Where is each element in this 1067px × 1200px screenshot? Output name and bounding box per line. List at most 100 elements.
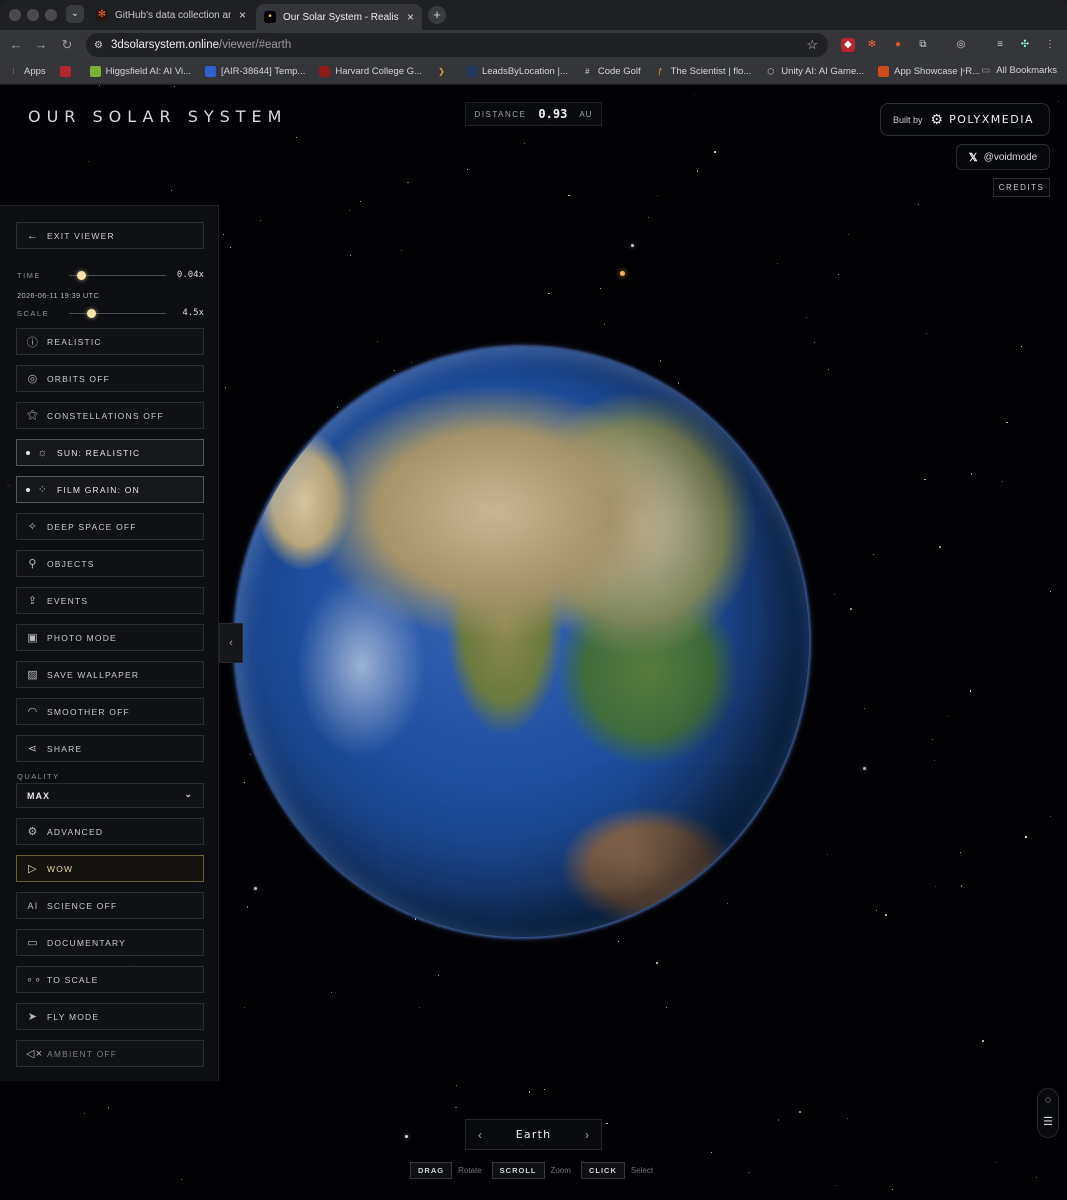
bookmark-item[interactable]: ⁞ Apps xyxy=(8,66,45,77)
to-scale-button[interactable]: ∘∘ TO SCALE xyxy=(16,966,204,993)
extension-crab-icon[interactable]: ● xyxy=(891,38,905,52)
time-slider[interactable]: TIME 0.04x xyxy=(17,268,204,282)
window-close-button[interactable] xyxy=(9,9,21,21)
star-dot xyxy=(656,962,658,964)
photo-mode-button[interactable]: ▣ PHOTO MODE xyxy=(16,624,204,651)
x-social-link[interactable]: 𝕏 @voidmode xyxy=(956,144,1050,170)
bookmark-item[interactable] xyxy=(59,66,76,77)
bookmark-item[interactable]: Higgsfield AI: AI Vi... xyxy=(89,66,191,77)
bookmark-item[interactable]: ⬡ Unity AI: AI Game... xyxy=(765,66,864,77)
advanced-button[interactable]: ⚙ ADVANCED xyxy=(16,818,204,845)
bookmark-item[interactable]: ❯ xyxy=(436,66,452,77)
site-settings-icon[interactable]: ⚙ xyxy=(94,40,103,51)
scale-slider-track[interactable] xyxy=(69,308,166,318)
screenshot-icon[interactable]: ◎ xyxy=(954,38,968,52)
address-bar[interactable]: ⚙ 3dsolarsystem.online/viewer/#earth ☆ xyxy=(86,33,828,57)
time-slider-knob[interactable] xyxy=(77,270,86,280)
planet-earth[interactable] xyxy=(235,347,809,937)
window-zoom-button[interactable] xyxy=(45,9,57,21)
sidebar-collapse-button[interactable]: ‹ xyxy=(219,623,243,663)
constellations-toggle-button[interactable]: ⚝ CONSTELLATIONS OFF xyxy=(16,402,204,429)
browser-tab-bar: ⌄ ✻ GitHub's data collection and × • Our… xyxy=(0,0,1067,30)
bookmark-label: [AIR-38644] Temp... xyxy=(221,66,306,77)
built-by-badge[interactable]: Built by ⚙ POLYXMEDIA xyxy=(880,103,1050,136)
star-dot xyxy=(377,340,378,342)
credits-button[interactable]: CREDITS xyxy=(993,178,1050,197)
image-icon: ▨ xyxy=(27,669,39,681)
star-dot xyxy=(1006,421,1008,424)
list-menu-icon[interactable]: ☰ xyxy=(1038,1111,1058,1133)
orbits-toggle-button[interactable]: ◎ ORBITS OFF xyxy=(16,365,204,392)
quality-select[interactable]: MAX ⌄ xyxy=(16,783,204,808)
bookmark-label: Harvard College G... xyxy=(335,66,422,77)
browser-tab-github[interactable]: ✻ GitHub's data collection and × xyxy=(88,4,254,26)
polyxmedia-logo-icon: ⚙ xyxy=(930,111,944,127)
new-tab-button[interactable]: + xyxy=(428,6,446,24)
simulation-datetime: 2026-06-11 19:39 UTC xyxy=(17,291,100,300)
previous-planet-button[interactable]: ‹ xyxy=(478,1128,482,1142)
shield-favicon-icon xyxy=(59,66,71,77)
bookmark-item[interactable]: Harvard College G... xyxy=(319,66,422,77)
arrow-left-icon: ← xyxy=(26,229,40,242)
button-label: REALISTIC xyxy=(47,336,102,347)
bookmark-star-icon[interactable]: ☆ xyxy=(806,37,818,53)
video-icon: ▭ xyxy=(27,937,39,949)
reading-list-icon[interactable]: ≡ xyxy=(993,38,1007,52)
url-path: /viewer/#earth xyxy=(219,39,292,51)
built-by-label: Built by xyxy=(893,114,923,125)
science-toggle-button[interactable]: AI SCIENCE OFF xyxy=(16,892,204,919)
reload-icon[interactable]: ↻ xyxy=(59,37,75,53)
browser-tab-solar-system[interactable]: • Our Solar System - Realistic 3 × xyxy=(256,4,422,30)
star-dot xyxy=(935,886,937,888)
objects-button[interactable]: ⚲ OBJECTS xyxy=(16,550,204,577)
back-arrow-icon[interactable]: ← xyxy=(8,37,24,52)
tab-search-icon[interactable]: ⌄ xyxy=(66,5,84,23)
solar-system-viewport[interactable]: OUR SOLAR SYSTEM DISTANCE 0.93 AU Built … xyxy=(0,85,1067,1200)
deep-space-toggle-button[interactable]: ✧ DEEP SPACE OFF xyxy=(16,513,204,540)
next-planet-button[interactable]: › xyxy=(585,1128,589,1142)
window-minimize-button[interactable] xyxy=(27,9,39,21)
extension-burst-icon[interactable]: ✻ xyxy=(865,38,879,52)
scale-slider[interactable]: SCALE 4.5x xyxy=(17,306,204,320)
ambient-toggle-button[interactable]: ◁× AMBIENT OFF xyxy=(16,1040,204,1067)
wow-button[interactable]: ▷ WOW xyxy=(16,855,204,882)
viewer-sidebar: ← EXIT VIEWER TIME 0.04x 2026-06-11 19:3… xyxy=(0,205,219,1081)
time-value: 0.04x xyxy=(176,270,204,280)
bookmark-item[interactable]: [AIR-38644] Temp... xyxy=(205,66,305,77)
bookmark-label: Code Golf xyxy=(597,66,641,77)
overflow-chevron-icon[interactable]: » xyxy=(960,65,965,76)
share-button[interactable]: ⋖ SHARE xyxy=(16,735,204,762)
all-bookmarks-folder[interactable]: » ▭ All Bookmarks xyxy=(960,65,1057,76)
star-dot xyxy=(225,386,227,388)
time-slider-track[interactable] xyxy=(69,270,166,280)
chat-bubble-icon[interactable]: ◌ xyxy=(1038,1089,1058,1111)
extensions-puzzle-icon[interactable]: ⧉ xyxy=(916,38,930,52)
bookmark-item[interactable]: ƒ The Scientist | flo... xyxy=(655,66,751,77)
browser-menu-icon[interactable]: ⋮ xyxy=(1043,38,1057,52)
exit-viewer-button[interactable]: ← EXIT VIEWER xyxy=(16,222,204,249)
fly-mode-button[interactable]: ➤ FLY MODE xyxy=(16,1003,204,1030)
bookmark-item[interactable]: # Code Golf xyxy=(582,66,641,77)
realistic-button[interactable]: ⓘ REALISTIC xyxy=(16,328,204,355)
profile-avatar-icon[interactable]: ✣ xyxy=(1018,38,1032,52)
events-button[interactable]: ⇪ EVENTS xyxy=(16,587,204,614)
star-dot xyxy=(777,1119,780,1121)
distance-label: DISTANCE xyxy=(474,109,527,119)
documentary-button[interactable]: ▭ DOCUMENTARY xyxy=(16,929,204,956)
film-grain-button[interactable]: ⁘ FILM GRAIN: ON xyxy=(16,476,204,503)
sparkle-icon: ✧ xyxy=(27,521,39,533)
save-wallpaper-button[interactable]: ▨ SAVE WALLPAPER xyxy=(16,661,204,688)
sun-mode-button[interactable]: ☼ SUN: REALISTIC xyxy=(16,439,204,466)
close-icon[interactable]: × xyxy=(407,10,414,24)
extension-shield-icon[interactable]: ◆ xyxy=(841,38,855,52)
x-logo-icon: 𝕏 xyxy=(968,151,978,164)
orbit-icon: ◎ xyxy=(27,373,39,385)
star-dot xyxy=(939,546,941,548)
smoother-toggle-button[interactable]: ◠ SMOOTHER OFF xyxy=(16,698,204,725)
forward-arrow-icon[interactable]: → xyxy=(33,37,49,52)
close-icon[interactable]: × xyxy=(239,8,246,22)
bookmark-item[interactable]: LeadsByLocation |... xyxy=(465,66,568,77)
gauge-icon: ◠ xyxy=(27,706,39,718)
scale-slider-knob[interactable] xyxy=(87,308,96,318)
button-label: CONSTELLATIONS OFF xyxy=(47,410,164,421)
